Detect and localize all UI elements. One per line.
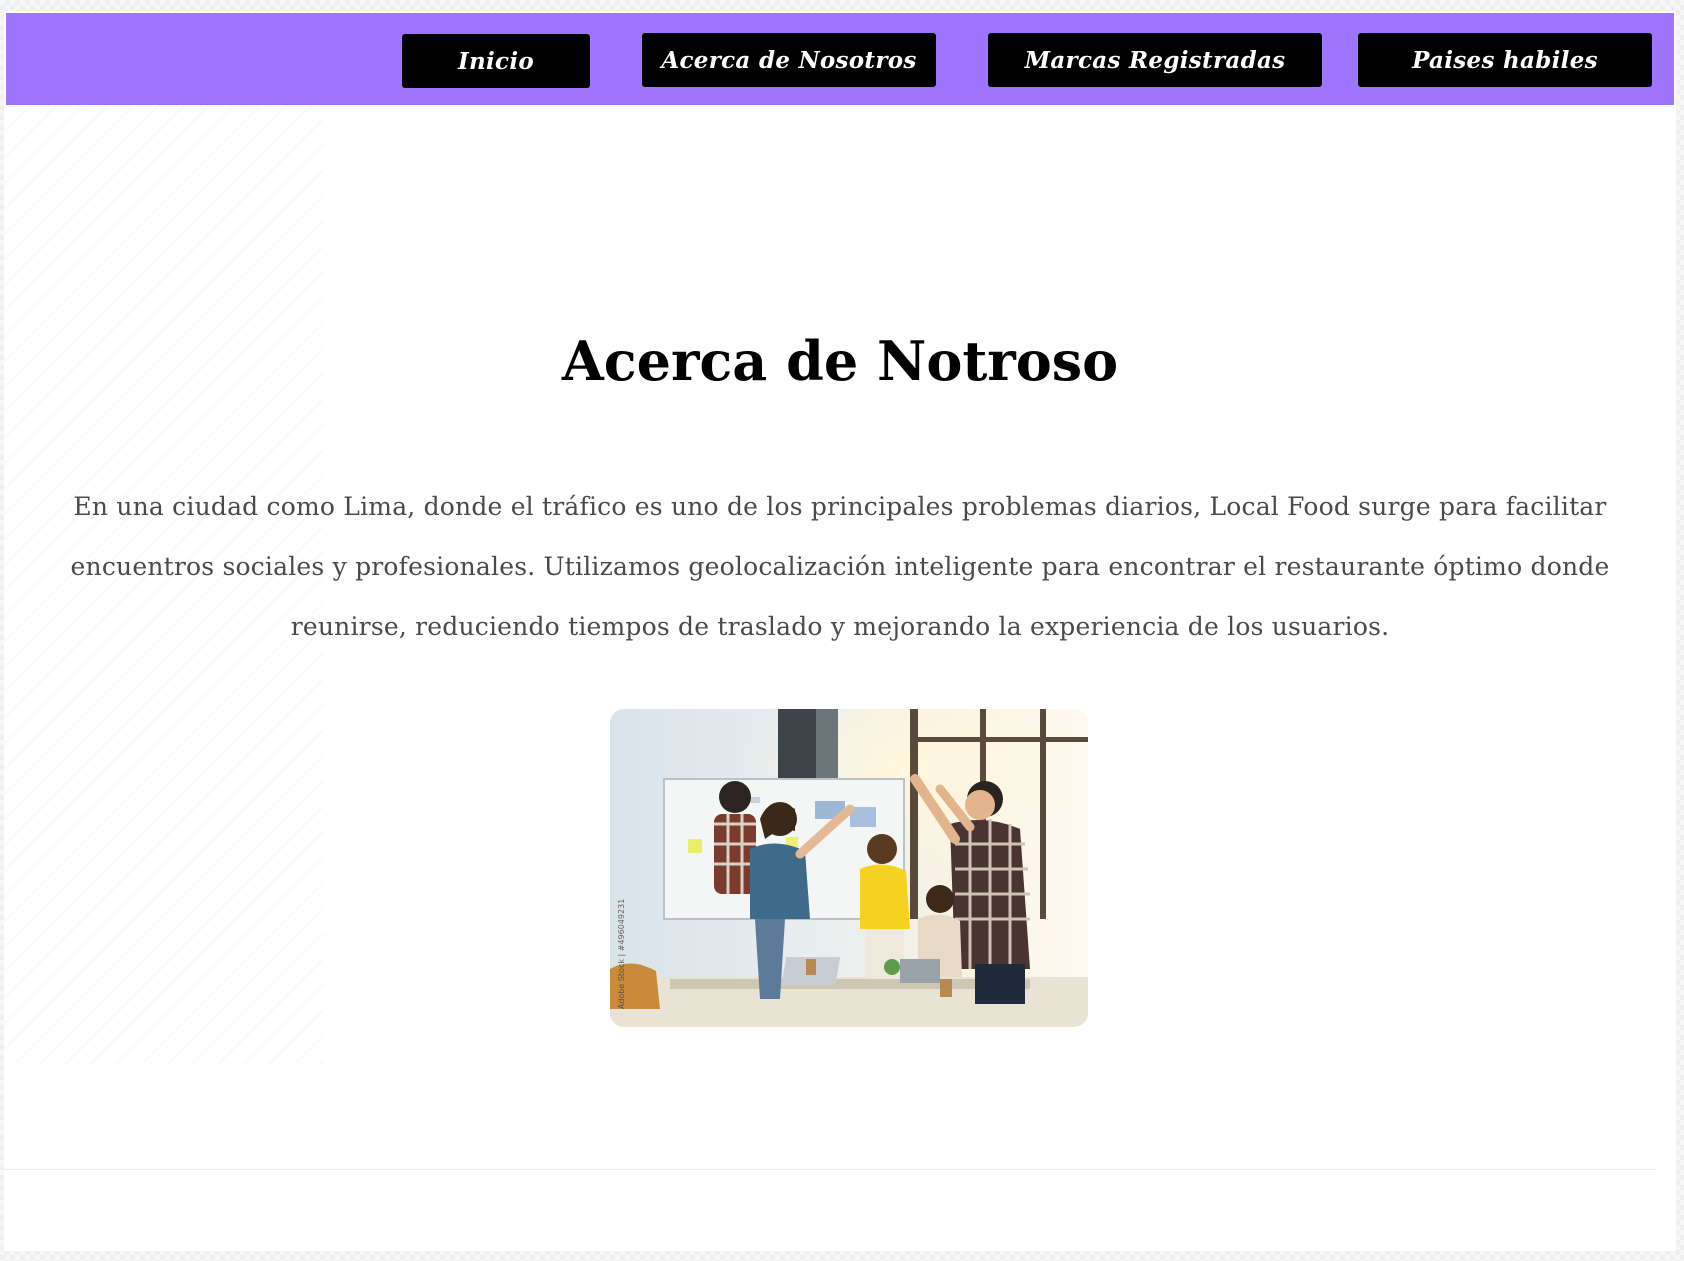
about-description: En una ciudad como Lima, donde el tráfic…	[70, 492, 1610, 641]
page-container: Inicio Acerca de Nosotros Marcas Registr…	[4, 11, 1676, 1251]
watermark-text: Adobe Stock | #496049231	[617, 899, 626, 1009]
nav-button-paises-habiles[interactable]: Paises habiles	[1358, 33, 1652, 87]
team-celebration-photo: Adobe Stock | #496049231	[610, 709, 1088, 1027]
footer-divider	[4, 1169, 1656, 1170]
nav-button-acerca-de-nosotros[interactable]: Acerca de Nosotros	[642, 33, 936, 87]
top-navbar: Inicio Acerca de Nosotros Marcas Registr…	[6, 13, 1674, 105]
team-photo-illustration: Adobe Stock | #496049231	[610, 709, 1088, 1027]
nav-button-marcas-registradas[interactable]: Marcas Registradas	[988, 33, 1322, 87]
nav-button-inicio[interactable]: Inicio	[402, 34, 590, 88]
page-title: Acerca de Notroso	[561, 329, 1119, 393]
